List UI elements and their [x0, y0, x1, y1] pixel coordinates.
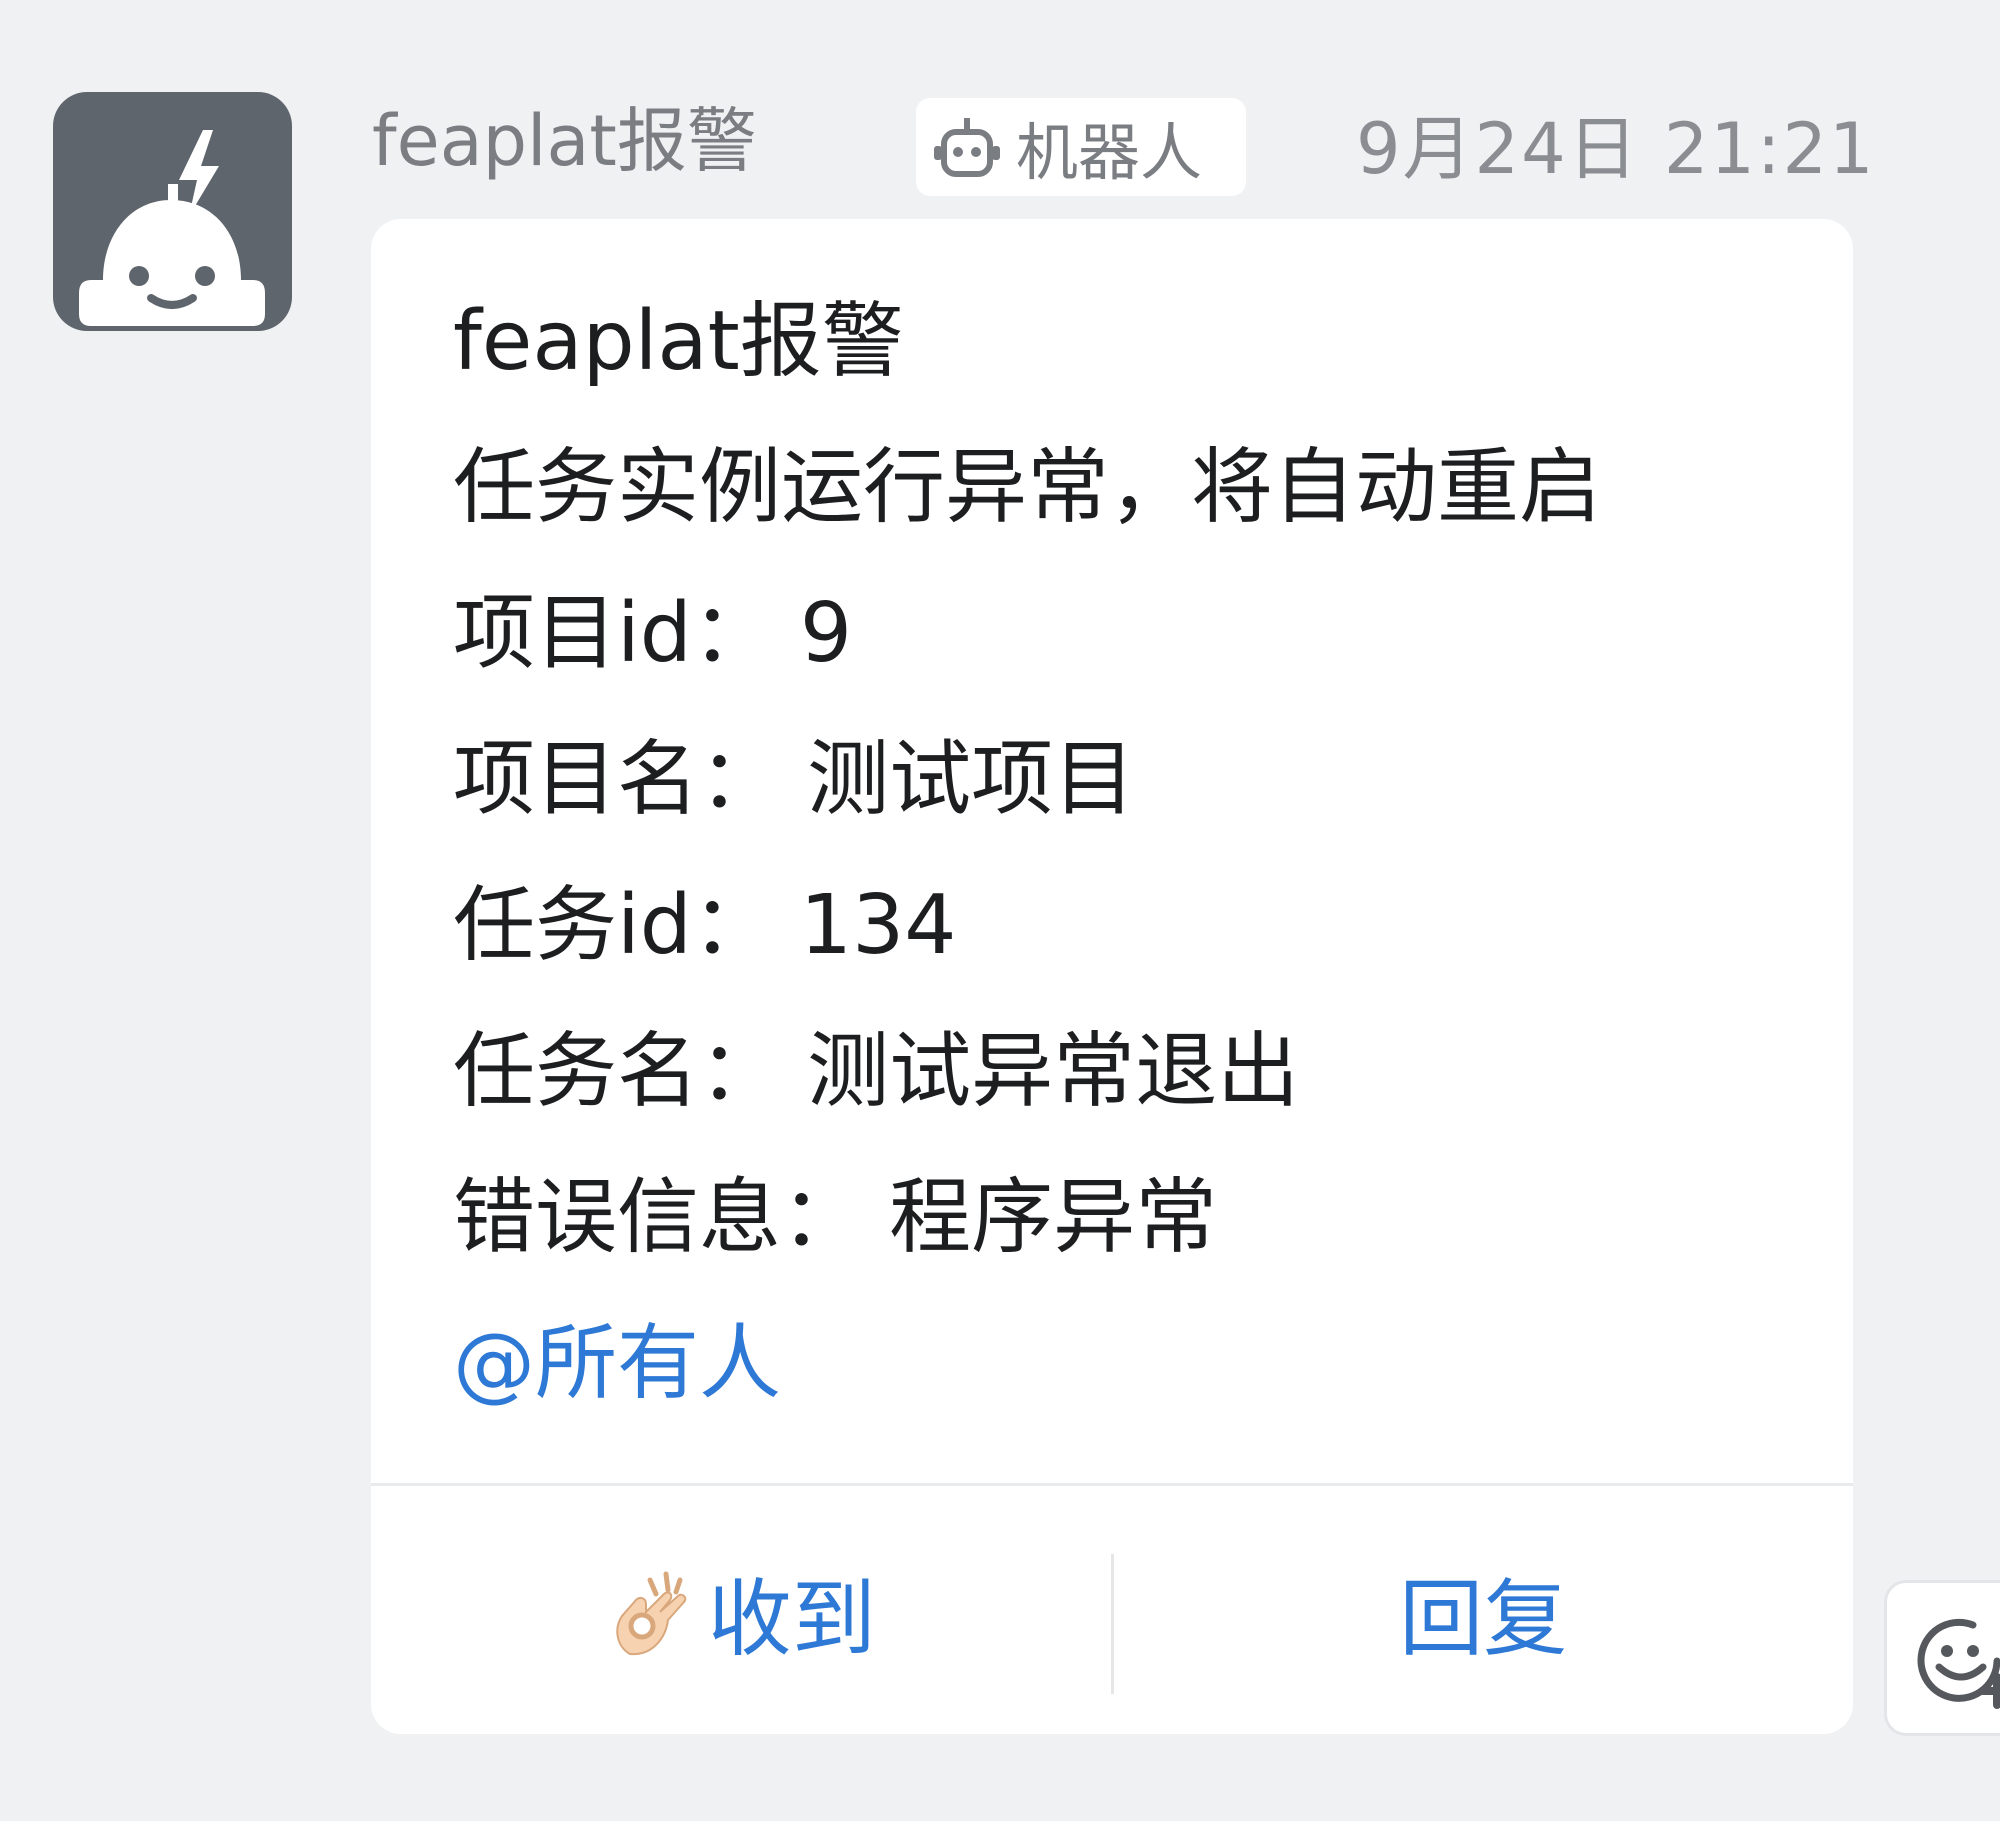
add-reaction-icon	[1917, 1618, 2000, 1709]
robot-icon	[934, 118, 1000, 177]
acknowledge-label: 收到	[707, 1569, 876, 1668]
sender-name[interactable]: feaplat报警	[372, 96, 757, 186]
reply-button[interactable]: 回复	[1114, 1486, 1854, 1734]
bot-tag: 机器人	[916, 98, 1246, 196]
reply-label: 回复	[1399, 1569, 1568, 1668]
project-id-line: 项目id： 9	[453, 586, 853, 681]
message-card: feaplat报警 任务实例运行异常，将自动重启 项目id： 9 项目名： 测试…	[371, 219, 1853, 1734]
error-info-line: 错误信息： 程序异常	[453, 1170, 1218, 1265]
acknowledge-button[interactable]: 收到	[371, 1486, 1111, 1734]
task-id-line: 任务id： 134	[453, 878, 957, 973]
card-actions: 收到 回复	[371, 1486, 1853, 1734]
message-content: feaplat报警 任务实例运行异常，将自动重启 项目id： 9 项目名： 测试…	[453, 269, 1813, 1437]
message-timestamp: 9月24日 21:21	[1356, 108, 1876, 190]
card-title: feaplat报警	[453, 294, 904, 389]
ok-hand-emoji-icon	[616, 1571, 687, 1656]
mention-all-link[interactable]: @所有人	[453, 1291, 1813, 1437]
alert-summary: 任务实例运行异常，将自动重启	[453, 440, 1602, 535]
bot-tag-label: 机器人	[1016, 116, 1203, 189]
add-reaction-button[interactable]	[1884, 1580, 2000, 1736]
bot-avatar[interactable]	[53, 92, 292, 331]
project-name-line: 项目名： 测试项目	[453, 732, 1136, 827]
robot-avatar-icon	[79, 130, 265, 326]
task-name-line: 任务名： 测试异常退出	[453, 1024, 1300, 1119]
